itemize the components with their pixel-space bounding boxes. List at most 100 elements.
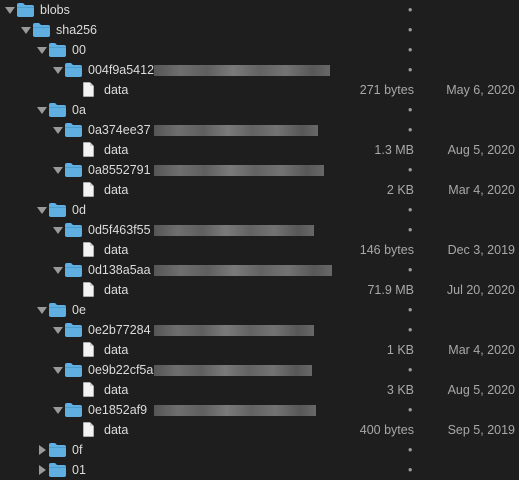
tree-row-file[interactable]: data 1.3 MB Aug 5, 2020 bbox=[0, 140, 519, 160]
document-icon bbox=[83, 182, 94, 197]
folder-icon bbox=[49, 203, 66, 217]
status-dot: • bbox=[408, 303, 413, 317]
folder-name: 0d bbox=[72, 203, 86, 217]
file-size: 1 KB bbox=[386, 343, 414, 357]
date-modified: May 6, 2020 bbox=[446, 83, 515, 97]
folder-icon bbox=[65, 263, 82, 277]
tree-row-file[interactable]: data 146 bytes Dec 3, 2019 bbox=[0, 240, 519, 260]
document-icon bbox=[83, 282, 94, 297]
disclosure-expanded-icon[interactable] bbox=[52, 120, 64, 140]
folder-icon bbox=[17, 3, 34, 17]
disclosure-expanded-icon[interactable] bbox=[20, 20, 32, 40]
document-icon bbox=[83, 342, 94, 357]
folder-icon bbox=[49, 303, 66, 317]
file-size: 71.9 MB bbox=[367, 283, 414, 297]
folder-name: 0d5f463f55 bbox=[88, 223, 151, 237]
status-dot: • bbox=[408, 323, 413, 337]
document-icon bbox=[83, 142, 94, 157]
file-name: data bbox=[104, 343, 129, 357]
folder-name: 0f bbox=[72, 443, 83, 457]
document-icon bbox=[83, 242, 94, 257]
redaction-blur bbox=[154, 225, 314, 236]
tree-row-folder[interactable]: 0f • bbox=[0, 440, 519, 460]
disclosure-expanded-icon[interactable] bbox=[36, 40, 48, 60]
disclosure-expanded-icon[interactable] bbox=[52, 60, 64, 80]
tree-row-folder[interactable]: 004f9a5412 • bbox=[0, 60, 519, 80]
folder-name: 01 bbox=[72, 463, 86, 477]
redaction-blur bbox=[154, 365, 312, 376]
folder-icon bbox=[65, 403, 82, 417]
disclosure-expanded-icon[interactable] bbox=[52, 360, 64, 380]
folder-name: 0e1852af9 bbox=[88, 403, 148, 417]
disclosure-expanded-icon[interactable] bbox=[52, 260, 64, 280]
date-modified: Dec 3, 2019 bbox=[447, 243, 515, 257]
redaction-blur bbox=[154, 65, 330, 76]
disclosure-expanded-icon[interactable] bbox=[36, 200, 48, 220]
disclosure-expanded-icon[interactable] bbox=[52, 220, 64, 240]
status-dot: • bbox=[408, 43, 413, 57]
document-icon bbox=[83, 82, 94, 97]
folder-icon bbox=[65, 63, 82, 77]
folder-name: 0e2b77284 bbox=[88, 323, 151, 337]
tree-row-folder[interactable]: 0e • bbox=[0, 300, 519, 320]
status-dot: • bbox=[408, 263, 413, 277]
date-modified: Sep 5, 2019 bbox=[447, 423, 515, 437]
folder-icon bbox=[65, 123, 82, 137]
disclosure-expanded-icon[interactable] bbox=[52, 160, 64, 180]
tree-row-blobs[interactable]: blobs • bbox=[0, 0, 519, 20]
date-modified: Mar 4, 2020 bbox=[448, 183, 515, 197]
folder-name: sha256 bbox=[56, 23, 98, 37]
tree-row-sha256[interactable]: sha256 • bbox=[0, 20, 519, 40]
tree-row-folder[interactable]: 00 • bbox=[0, 40, 519, 60]
folder-icon bbox=[33, 23, 50, 37]
disclosure-collapsed-icon[interactable] bbox=[36, 460, 48, 480]
folder-icon bbox=[49, 463, 66, 477]
file-name: data bbox=[104, 383, 129, 397]
tree-row-folder[interactable]: 0a8552791 • bbox=[0, 160, 519, 180]
status-dot: • bbox=[408, 123, 413, 137]
tree-row-folder[interactable]: 0e1852af9 • bbox=[0, 400, 519, 420]
tree-row-file[interactable]: data 71.9 MB Jul 20, 2020 bbox=[0, 280, 519, 300]
file-name: data bbox=[104, 243, 129, 257]
folder-icon bbox=[49, 443, 66, 457]
tree-row-folder[interactable]: 0e9b22cf5a • bbox=[0, 360, 519, 380]
tree-row-folder[interactable]: 0d • bbox=[0, 200, 519, 220]
file-name: data bbox=[104, 423, 129, 437]
tree-row-folder[interactable]: 0a374ee37 • bbox=[0, 120, 519, 140]
disclosure-expanded-icon[interactable] bbox=[36, 300, 48, 320]
tree-row-folder[interactable]: 01 • bbox=[0, 460, 519, 480]
document-icon bbox=[83, 382, 94, 397]
tree-row-folder[interactable]: 0a • bbox=[0, 100, 519, 120]
tree-row-folder[interactable]: 0e2b77284 • bbox=[0, 320, 519, 340]
tree-row-file[interactable]: data 2 KB Mar 4, 2020 bbox=[0, 180, 519, 200]
tree-row-file[interactable]: data 400 bytes Sep 5, 2019 bbox=[0, 420, 519, 440]
status-dot: • bbox=[408, 103, 413, 117]
tree-row-folder[interactable]: 0d138a5aa • bbox=[0, 260, 519, 280]
disclosure-collapsed-icon[interactable] bbox=[36, 440, 48, 460]
file-size: 400 bytes bbox=[359, 423, 414, 437]
tree-row-folder[interactable]: 0d5f463f55 • bbox=[0, 220, 519, 240]
folder-name: blobs bbox=[40, 3, 70, 17]
tree-row-file[interactable]: data 1 KB Mar 4, 2020 bbox=[0, 340, 519, 360]
status-dot: • bbox=[408, 63, 413, 77]
tree-row-file[interactable]: data 3 KB Aug 5, 2020 bbox=[0, 380, 519, 400]
folder-name: 004f9a5412 bbox=[88, 63, 155, 77]
redaction-blur bbox=[154, 125, 318, 136]
status-dot: • bbox=[408, 203, 413, 217]
status-dot: • bbox=[408, 3, 413, 17]
file-name: data bbox=[104, 183, 129, 197]
folder-icon bbox=[49, 103, 66, 117]
folder-name: 0a8552791 bbox=[88, 163, 151, 177]
document-icon bbox=[83, 422, 94, 437]
disclosure-expanded-icon[interactable] bbox=[36, 100, 48, 120]
status-dot: • bbox=[408, 463, 413, 477]
disclosure-expanded-icon[interactable] bbox=[4, 0, 16, 20]
folder-name: 0e9b22cf5a bbox=[88, 363, 154, 377]
disclosure-expanded-icon[interactable] bbox=[52, 320, 64, 340]
file-size: 2 KB bbox=[386, 183, 414, 197]
file-tree: blobs • sha256 • 00 • 004f9a5412 • data 271 b… bbox=[0, 0, 519, 480]
folder-icon bbox=[65, 323, 82, 337]
disclosure-expanded-icon[interactable] bbox=[52, 400, 64, 420]
date-modified: Aug 5, 2020 bbox=[447, 143, 515, 157]
tree-row-file[interactable]: data 271 bytes May 6, 2020 bbox=[0, 80, 519, 100]
